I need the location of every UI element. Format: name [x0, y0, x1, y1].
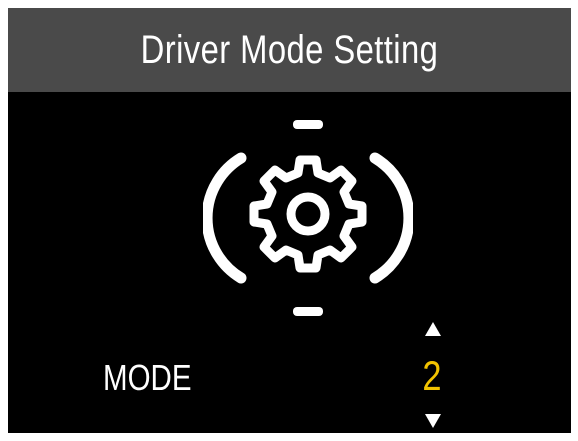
- page-title: Driver Mode Setting: [140, 27, 439, 72]
- driver-mode-screen: Driver Mode Setting MODE 2: [8, 8, 571, 433]
- mode-label: MODE: [103, 357, 192, 398]
- mode-decrease-arrow-icon[interactable]: [425, 414, 441, 428]
- driver-mode-gear-icon: [203, 120, 413, 316]
- mode-value[interactable]: 2: [416, 354, 449, 398]
- title-bar: Driver Mode Setting: [8, 8, 571, 92]
- mode-increase-arrow-icon[interactable]: [425, 322, 441, 336]
